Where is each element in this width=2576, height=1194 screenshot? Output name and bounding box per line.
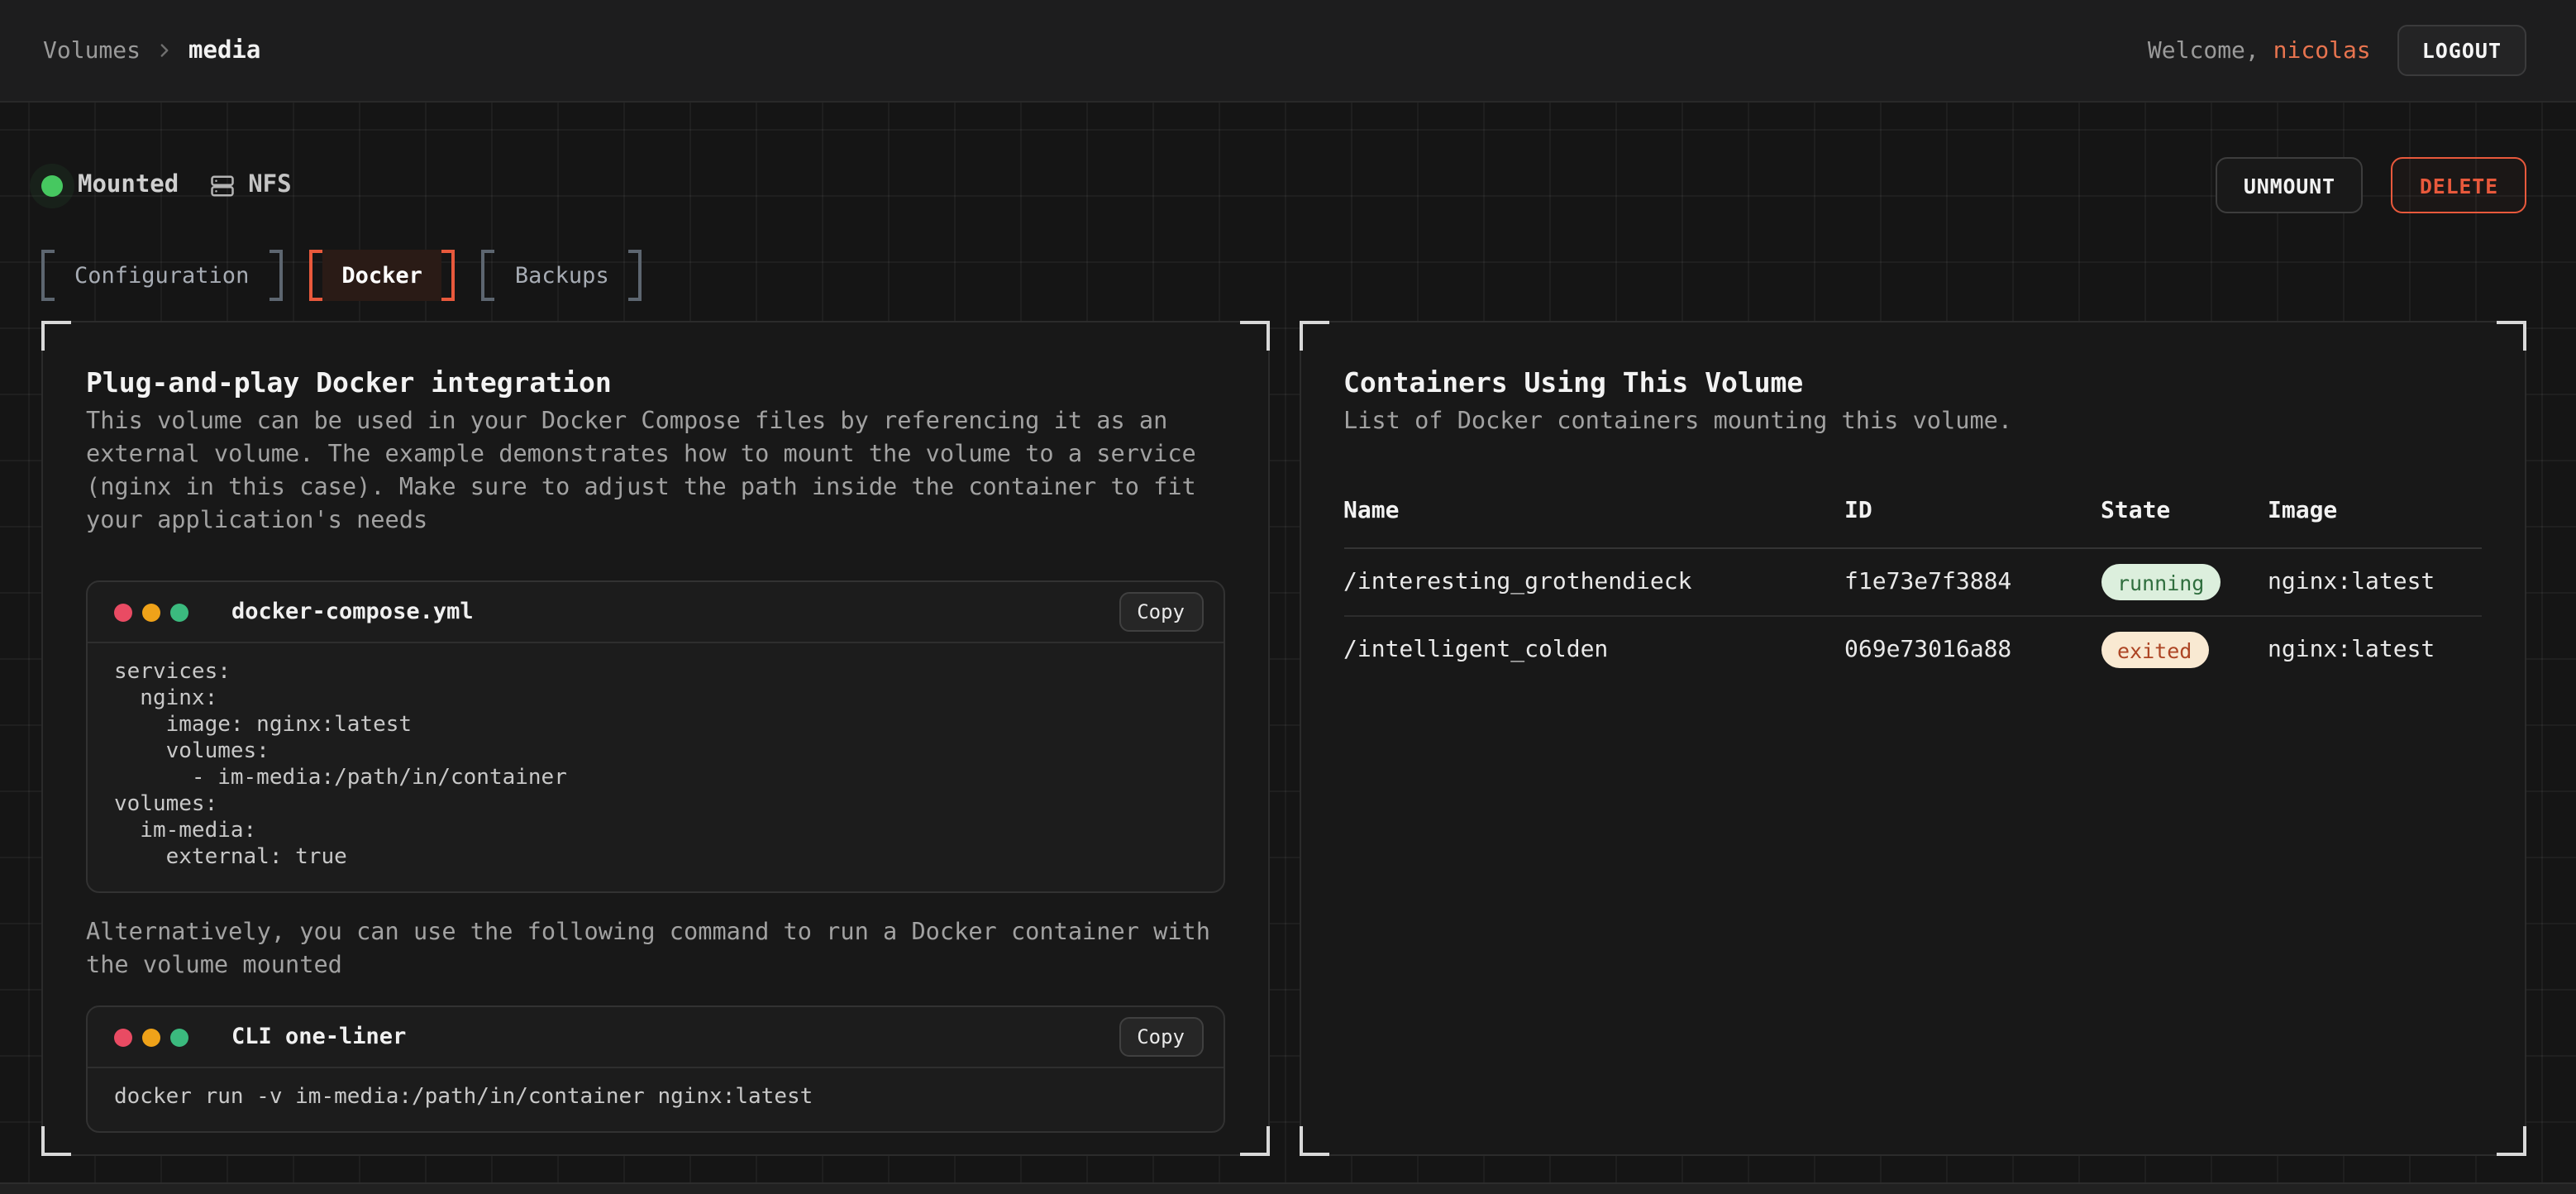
mount-status: Mounted: [41, 172, 179, 198]
logout-button[interactable]: LOGOUT: [2397, 25, 2526, 76]
main-content: Mounted NFS UNMOUNT DELETE Configuration…: [0, 103, 2576, 1194]
volume-type-label: NFS: [248, 172, 291, 198]
column-header-id: ID: [1844, 498, 2101, 524]
traffic-yellow-icon: [142, 1028, 160, 1046]
code-filename: CLI one-liner: [231, 1024, 406, 1050]
container-image: nginx:latest: [2268, 569, 2482, 595]
code-block-header: CLI one-liner Copy: [88, 1007, 1223, 1068]
copy-button[interactable]: Copy: [1119, 1017, 1203, 1057]
username: nicolas: [2273, 37, 2371, 64]
tab-label: Backups: [495, 250, 629, 301]
compose-code: services: nginx: image: nginx:latest vol…: [88, 643, 1223, 891]
bracket-icon: [442, 250, 456, 301]
unmount-button[interactable]: UNMOUNT: [2216, 157, 2364, 213]
bracket-icon: [308, 250, 322, 301]
corner-bracket-icon: [1239, 321, 1269, 351]
compose-code-block: docker-compose.yml Copy services: nginx:…: [86, 580, 1224, 893]
server-icon: [210, 173, 235, 198]
container-image: nginx:latest: [2268, 637, 2482, 663]
traffic-green-icon: [170, 1028, 188, 1046]
delete-button[interactable]: DELETE: [2392, 157, 2526, 213]
panel-description: This volume can be used in your Docker C…: [86, 405, 1224, 537]
cli-intro-text: Alternatively, you can use the following…: [86, 916, 1224, 982]
corner-bracket-icon: [1299, 321, 1329, 351]
tab-configuration[interactable]: Configuration: [41, 250, 282, 301]
bracket-icon: [269, 250, 282, 301]
corner-bracket-icon: [1299, 1126, 1329, 1156]
table-row: /intelligent_colden 069e73016a88 exited …: [1343, 617, 2482, 683]
bracket-icon: [482, 250, 495, 301]
status-row: Mounted NFS UNMOUNT DELETE: [41, 103, 2526, 213]
tab-label: Docker: [322, 250, 442, 301]
traffic-green-icon: [170, 603, 188, 621]
corner-bracket-icon: [41, 321, 71, 351]
volume-type: NFS: [210, 172, 291, 198]
volume-actions: UNMOUNT DELETE: [2216, 157, 2526, 213]
containers-panel: Containers Using This Volume List of Doc…: [1299, 321, 2526, 1156]
corner-bracket-icon: [2497, 321, 2526, 351]
column-header-name: Name: [1343, 498, 1844, 524]
containers-table: Name ID State Image /interesting_grothen…: [1343, 498, 2482, 683]
container-id: 069e73016a88: [1844, 637, 2101, 663]
table-row: /interesting_grothendieck f1e73e7f3884 r…: [1343, 549, 2482, 617]
breadcrumb-current: media: [188, 37, 260, 64]
panel-title: Containers Using This Volume: [1343, 365, 2482, 402]
container-name: /interesting_grothendieck: [1343, 569, 1844, 595]
tab-bar: Configuration Docker Backups: [41, 250, 2526, 301]
top-bar-right: Welcome, nicolas LOGOUT: [2148, 25, 2526, 76]
container-id: f1e73e7f3884: [1844, 569, 2101, 595]
top-bar: Volumes media Welcome, nicolas LOGOUT: [0, 0, 2576, 103]
panel-subtitle: List of Docker containers mounting this …: [1343, 405, 2482, 438]
bracket-icon: [629, 250, 642, 301]
page: Volumes media Welcome, nicolas LOGOUT Mo…: [0, 0, 2576, 1194]
status-badge: exited: [2101, 632, 2208, 668]
traffic-yellow-icon: [142, 603, 160, 621]
corner-bracket-icon: [1239, 1126, 1269, 1156]
code-block-header: docker-compose.yml Copy: [88, 582, 1223, 643]
column-header-image: Image: [2268, 498, 2482, 524]
tab-docker[interactable]: Docker: [308, 250, 456, 301]
corner-bracket-icon: [41, 1126, 71, 1156]
chevron-right-icon: [154, 40, 175, 61]
footer-edge: [0, 1182, 2576, 1194]
table-header: Name ID State Image: [1343, 498, 2482, 549]
panel-title: Plug-and-play Docker integration: [86, 365, 1224, 402]
panels: Plug-and-play Docker integration This vo…: [41, 321, 2526, 1156]
traffic-red-icon: [114, 603, 132, 621]
corner-bracket-icon: [2497, 1126, 2526, 1156]
bracket-icon: [41, 250, 55, 301]
traffic-red-icon: [114, 1028, 132, 1046]
cli-code: docker run -v im-media:/path/in/containe…: [88, 1068, 1223, 1131]
column-header-state: State: [2101, 498, 2268, 524]
breadcrumb-volumes-link[interactable]: Volumes: [43, 37, 141, 64]
copy-button[interactable]: Copy: [1119, 592, 1203, 632]
docker-integration-panel: Plug-and-play Docker integration This vo…: [41, 321, 1269, 1156]
mounted-dot-icon: [41, 174, 63, 196]
container-name: /intelligent_colden: [1343, 637, 1844, 663]
mounted-label: Mounted: [78, 172, 179, 198]
code-filename: docker-compose.yml: [231, 599, 474, 625]
welcome-text: Welcome, nicolas: [2148, 37, 2371, 64]
status-badge: running: [2101, 564, 2221, 600]
cli-code-block: CLI one-liner Copy docker run -v im-medi…: [86, 1005, 1224, 1133]
tab-backups[interactable]: Backups: [482, 250, 642, 301]
tab-label: Configuration: [55, 250, 269, 301]
